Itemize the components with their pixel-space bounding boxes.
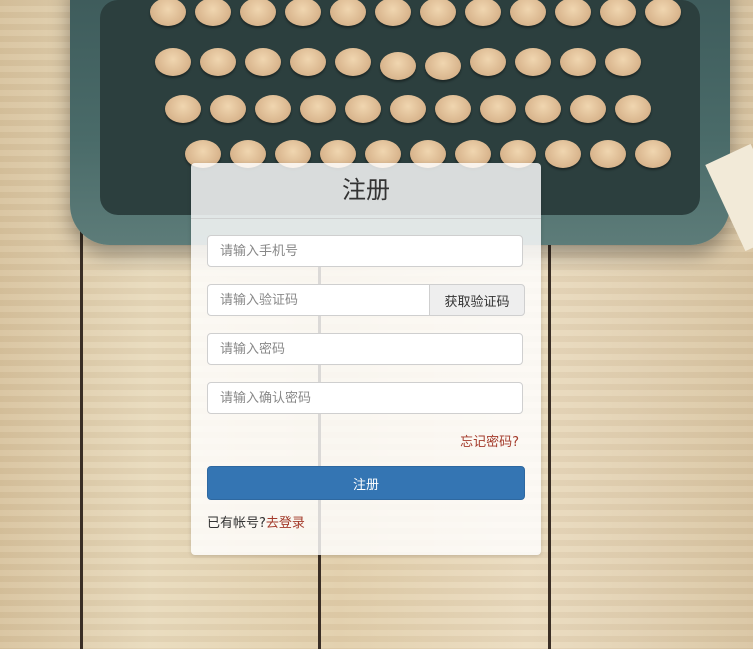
register-panel: 注册 获取验证码 忘记密码? 注册 已有帐号?去登录: [191, 163, 541, 555]
phone-input[interactable]: [207, 235, 523, 267]
password-input[interactable]: [207, 333, 523, 365]
verification-code-input[interactable]: [207, 284, 429, 316]
get-code-button[interactable]: 获取验证码: [429, 284, 525, 316]
forgot-password-link[interactable]: 忘记密码?: [460, 431, 519, 450]
panel-title: 注册: [191, 163, 541, 219]
login-link[interactable]: 去登录: [266, 516, 305, 531]
register-button[interactable]: 注册: [207, 466, 525, 500]
verification-code-group: 获取验证码: [207, 284, 525, 316]
confirm-password-input[interactable]: [207, 382, 523, 414]
login-prompt: 已有帐号?去登录: [207, 512, 305, 531]
have-account-text: 已有帐号?: [207, 516, 266, 531]
